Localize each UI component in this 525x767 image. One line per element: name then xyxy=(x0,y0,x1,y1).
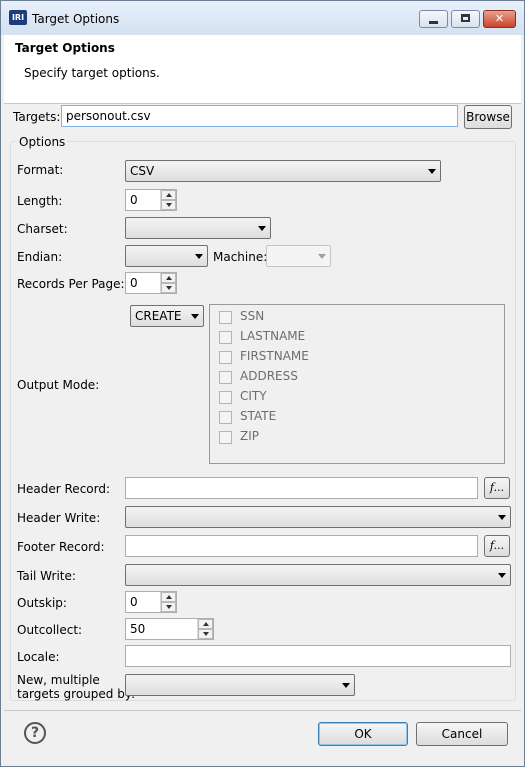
outcollect-spinner[interactable]: 50 xyxy=(125,618,214,640)
locale-input[interactable] xyxy=(125,645,511,667)
header-record-label: Header Record: xyxy=(17,482,111,496)
records-per-page-spin-buttons[interactable] xyxy=(160,273,176,293)
chevron-down-icon xyxy=(191,314,199,319)
browse-button[interactable]: Browse xyxy=(464,105,512,129)
outskip-spin-buttons[interactable] xyxy=(160,592,176,612)
column-label: ZIP xyxy=(240,429,259,443)
targets-input[interactable]: personout.csv xyxy=(61,105,458,127)
ok-button[interactable]: OK xyxy=(318,722,408,746)
checkbox[interactable] xyxy=(219,431,232,444)
header-title: Target Options xyxy=(15,41,115,55)
chevron-down-icon xyxy=(498,515,506,520)
header-write-label: Header Write: xyxy=(17,511,101,525)
grouped-by-label-line2: targets grouped by: xyxy=(17,687,136,701)
outcollect-spin-buttons[interactable] xyxy=(197,619,213,639)
chevron-down-icon xyxy=(342,683,350,688)
chevron-down-icon xyxy=(318,254,326,259)
target-options-dialog: IRI Target Options ✕ Target Options Spec… xyxy=(0,0,525,767)
grouped-by-label-line1: New, multiple xyxy=(17,673,100,687)
endian-dropdown[interactable] xyxy=(125,245,208,267)
dialog-header: Target Options Specify target options. xyxy=(4,35,521,104)
spin-down-icon[interactable] xyxy=(161,602,176,612)
header-record-function-button[interactable]: f... xyxy=(484,477,510,499)
targets-label: Targets: xyxy=(13,110,61,124)
length-value: 0 xyxy=(130,193,138,207)
checkbox[interactable] xyxy=(219,371,232,384)
chevron-down-icon xyxy=(258,226,266,231)
records-per-page-value: 0 xyxy=(130,276,138,290)
outskip-label: Outskip: xyxy=(17,596,67,610)
checkbox[interactable] xyxy=(219,411,232,424)
length-label: Length: xyxy=(17,194,63,208)
help-icon[interactable]: ? xyxy=(24,722,46,744)
chevron-down-icon xyxy=(195,254,203,259)
chevron-down-icon xyxy=(498,573,506,578)
output-mode-value: CREATE xyxy=(135,309,182,323)
output-mode-label: Output Mode: xyxy=(17,378,100,392)
locale-label: Locale: xyxy=(17,650,60,664)
header-description: Specify target options. xyxy=(24,66,160,80)
spin-down-icon[interactable] xyxy=(198,629,213,639)
options-group-title: Options xyxy=(17,135,68,149)
app-logo-icon: IRI xyxy=(9,10,27,25)
charset-label: Charset: xyxy=(17,222,68,236)
records-per-page-spinner[interactable]: 0 xyxy=(125,272,177,294)
spin-up-icon[interactable] xyxy=(161,273,176,283)
output-columns-list: SSN LASTNAME FIRSTNAME ADDRESS CITY STAT… xyxy=(209,304,505,464)
tail-write-label: Tail Write: xyxy=(17,569,76,583)
checkbox[interactable] xyxy=(219,331,232,344)
footer-separator xyxy=(4,710,521,711)
header-record-input[interactable] xyxy=(125,477,478,499)
outcollect-value: 50 xyxy=(130,622,146,636)
column-label: SSN xyxy=(240,309,265,323)
header-write-dropdown[interactable] xyxy=(125,506,511,528)
outskip-value: 0 xyxy=(130,595,138,609)
machine-label: Machine: xyxy=(213,250,268,264)
spin-up-icon[interactable] xyxy=(161,190,176,200)
checkbox[interactable] xyxy=(219,391,232,404)
format-value: CSV xyxy=(130,164,155,178)
spin-up-icon[interactable] xyxy=(161,592,176,602)
spin-down-icon[interactable] xyxy=(161,283,176,293)
title-bar[interactable]: IRI Target Options ✕ xyxy=(1,1,524,35)
column-label: LASTNAME xyxy=(240,329,306,343)
minimize-icon xyxy=(429,21,438,24)
footer-record-function-button[interactable]: f... xyxy=(484,535,510,557)
cancel-button[interactable]: Cancel xyxy=(416,722,508,746)
close-icon: ✕ xyxy=(494,12,505,25)
column-label: FIRSTNAME xyxy=(240,349,309,363)
column-label: STATE xyxy=(240,409,277,423)
checkbox[interactable] xyxy=(219,311,232,324)
outskip-spinner[interactable]: 0 xyxy=(125,591,177,613)
footer-record-label: Footer Record: xyxy=(17,540,105,554)
length-spin-buttons[interactable] xyxy=(160,190,176,210)
endian-label: Endian: xyxy=(17,250,63,264)
records-per-page-label: Records Per Page: xyxy=(17,277,125,291)
footer-record-input[interactable] xyxy=(125,535,478,557)
output-mode-dropdown[interactable]: CREATE xyxy=(130,305,204,327)
column-label: CITY xyxy=(240,389,267,403)
maximize-button[interactable] xyxy=(451,10,480,28)
format-label: Format: xyxy=(17,163,64,177)
outcollect-label: Outcollect: xyxy=(17,623,83,637)
window-title: Target Options xyxy=(32,12,120,26)
checkbox[interactable] xyxy=(219,351,232,364)
close-button[interactable]: ✕ xyxy=(483,10,516,28)
column-label: ADDRESS xyxy=(240,369,298,383)
spin-down-icon[interactable] xyxy=(161,200,176,210)
machine-dropdown[interactable] xyxy=(266,245,331,267)
charset-dropdown[interactable] xyxy=(125,217,271,239)
minimize-button[interactable] xyxy=(419,10,448,28)
grouped-by-dropdown[interactable] xyxy=(125,674,355,696)
length-spinner[interactable]: 0 xyxy=(125,189,177,211)
tail-write-dropdown[interactable] xyxy=(125,564,511,586)
spin-up-icon[interactable] xyxy=(198,619,213,629)
format-dropdown[interactable]: CSV xyxy=(125,160,441,182)
chevron-down-icon xyxy=(428,169,436,174)
maximize-icon xyxy=(461,14,470,22)
